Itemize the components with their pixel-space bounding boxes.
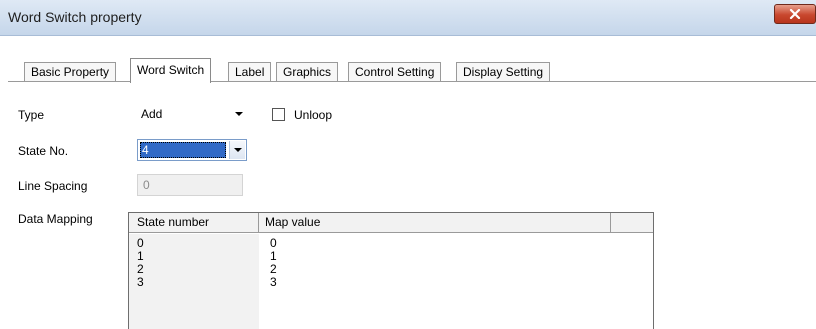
data-mapping-table[interactable]: State number Map value 0 0 1 1 2 2 3 3: [128, 212, 654, 329]
close-icon: [789, 9, 801, 19]
unloop-checkbox[interactable]: [272, 108, 285, 121]
map-value-cell: 3: [270, 275, 277, 289]
type-label: Type: [18, 108, 45, 122]
state-number-cell: 1: [137, 249, 144, 263]
tab-graphics[interactable]: Graphics: [276, 62, 339, 82]
column-header-map-value[interactable]: Map value: [259, 213, 611, 233]
map-value-cell: 2: [270, 262, 277, 276]
state-column-shade: [129, 234, 259, 329]
type-select-value: Add: [141, 107, 163, 121]
state-no-selected: 4: [140, 142, 226, 158]
tab-strip: Basic Property Word Switch Label Graphic…: [8, 58, 578, 83]
tab-control-setting[interactable]: Control Setting: [348, 62, 442, 82]
state-no-select[interactable]: 4: [137, 139, 247, 161]
type-select[interactable]: Add: [137, 104, 247, 126]
map-value-cell: 1: [270, 249, 277, 263]
title-bar: Word Switch property: [0, 0, 816, 36]
data-mapping-label: Data Mapping: [18, 212, 93, 226]
line-spacing-value: 0: [143, 178, 150, 192]
unloop-label: Unloop: [294, 108, 333, 122]
state-no-label: State No.: [18, 144, 69, 158]
line-spacing-label: Line Spacing: [18, 179, 88, 193]
chevron-down-icon: [234, 148, 242, 152]
table-header: State number Map value: [129, 213, 653, 233]
tab-label[interactable]: Label: [228, 62, 272, 82]
window-title: Word Switch property: [8, 9, 142, 25]
tab-display-setting[interactable]: Display Setting: [456, 62, 551, 82]
state-number-cell: 0: [137, 236, 144, 250]
column-header-state-number[interactable]: State number: [129, 213, 259, 233]
tab-basic-property[interactable]: Basic Property: [24, 62, 117, 82]
line-spacing-field: 0: [137, 174, 243, 196]
state-no-value: 4: [142, 143, 149, 157]
column-header-empty: [611, 213, 653, 233]
state-no-dropdown-button[interactable]: [229, 141, 245, 159]
close-button[interactable]: [774, 4, 816, 24]
tab-word-switch[interactable]: Word Switch: [130, 58, 212, 83]
chevron-down-icon: [235, 112, 243, 116]
state-number-cell: 3: [137, 275, 144, 289]
state-number-cell: 2: [137, 262, 144, 276]
map-value-cell: 0: [270, 236, 277, 250]
